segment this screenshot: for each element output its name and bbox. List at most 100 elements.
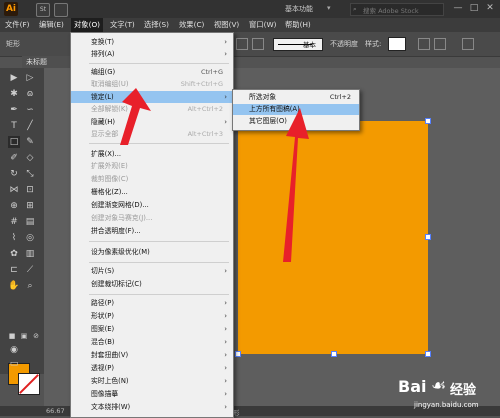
menu-select[interactable]: 选择(S) <box>141 18 172 32</box>
menu-help[interactable]: 帮助(H) <box>282 18 314 32</box>
zoom-level[interactable]: 66.67 <box>46 407 65 415</box>
symbol-sprayer-icon[interactable]: ✿ <box>8 248 20 260</box>
menu-file[interactable]: 文件(F) <box>2 18 32 32</box>
menu-separator <box>89 63 229 64</box>
paintbrush-icon[interactable]: ✎ <box>24 136 36 148</box>
color-mode-icon[interactable]: ■ <box>6 330 18 342</box>
menu-item-group[interactable]: 编组(G) Ctrl+G <box>71 66 233 78</box>
orange-rectangle[interactable] <box>235 118 431 357</box>
menu-item-transform[interactable]: 变换(T) › <box>71 36 233 48</box>
selection-tool-icon[interactable]: ▶ <box>8 72 20 84</box>
menu-item-trim-marks[interactable]: 创建裁切标记(C) <box>71 278 233 290</box>
line-tool-icon[interactable]: ╱ <box>24 120 36 132</box>
gradient-mode-icon[interactable]: ▣ <box>18 330 30 342</box>
artboard-tool-icon[interactable]: ⊏ <box>8 264 20 276</box>
pen-tool-icon[interactable]: ✒ <box>8 104 20 116</box>
menu-item-slice[interactable]: 切片(S) › <box>71 265 233 277</box>
chevron-down-icon[interactable]: ▾ <box>327 4 331 12</box>
menu-window[interactable]: 窗口(W) <box>246 18 280 32</box>
column-graph-icon[interactable]: ▥ <box>24 248 36 260</box>
workspace-switcher[interactable]: 基本功能 <box>285 4 313 14</box>
submenu-item-selection[interactable]: 所选对象 Ctrl+2 <box>233 92 359 103</box>
menu-item-shape[interactable]: 形状(P) › <box>71 310 233 322</box>
menu-item-expand[interactable]: 扩展(X)... <box>71 148 233 160</box>
selection-handle[interactable] <box>425 351 431 357</box>
grid-icon[interactable] <box>54 3 68 17</box>
type-tool-icon[interactable]: T <box>8 120 20 132</box>
stock-icon[interactable]: St <box>36 3 50 17</box>
illustrator-logo: Ai <box>4 2 18 16</box>
gradient-tool-icon[interactable]: ▤ <box>24 216 36 228</box>
screen-mode-icon[interactable]: ▭ <box>8 358 20 370</box>
maximize-button[interactable]: □ <box>468 2 480 14</box>
menu-text[interactable]: 文字(T) <box>107 18 138 32</box>
none-mode-icon[interactable]: ⊘ <box>30 330 42 342</box>
submenu-item-all-artwork-above[interactable]: 上方所有图稿(A) <box>233 104 359 115</box>
transform-icon[interactable] <box>434 38 446 50</box>
menu-item-lock[interactable]: 锁定(L) › <box>71 91 233 103</box>
chevron-right-icon: › <box>224 377 227 385</box>
menu-item-unlock-all: 全部解锁(K) Alt+Ctrl+2 <box>91 105 223 113</box>
minimize-button[interactable]: — <box>452 2 464 14</box>
free-transform-icon[interactable]: ⊡ <box>24 184 36 196</box>
shape-builder-icon[interactable]: ⊕ <box>8 200 20 212</box>
eraser-icon[interactable]: ◇ <box>24 152 36 164</box>
menu-view[interactable]: 视图(V) <box>211 18 242 32</box>
zoom-tool-icon[interactable]: ⌕ <box>24 280 36 292</box>
draw-mode-icon[interactable]: ◉ <box>8 344 20 356</box>
stroke-dropdown-icon[interactable] <box>252 38 264 50</box>
rotate-tool-icon[interactable]: ↻ <box>8 168 20 180</box>
menu-item-image-trace[interactable]: 图像描摹 › <box>71 388 233 400</box>
menu-edit[interactable]: 编辑(E) <box>36 18 67 32</box>
menu-item-gradient-mesh[interactable]: 创建渐变网格(D)... <box>71 199 233 211</box>
lasso-icon[interactable]: ɷ <box>24 88 36 100</box>
perspective-grid-icon[interactable]: ⊞ <box>24 200 36 212</box>
menu-item-text-wrap[interactable]: 文本绕排(W) › <box>71 401 233 413</box>
menu-item-hide[interactable]: 隐藏(H) › <box>71 116 233 128</box>
rectangle-tool-icon[interactable]: □ <box>8 136 20 148</box>
object-menu-dropdown: 变换(T) › 排列(A) › 编组(G) Ctrl+G 取消编组(U) Shift+C… <box>70 32 234 418</box>
watermark-url: jingyan.baidu.com <box>414 401 479 409</box>
chevron-right-icon: › <box>224 312 227 320</box>
mesh-tool-icon[interactable]: # <box>8 216 20 228</box>
slice-tool-icon[interactable]: ⟋ <box>24 264 36 276</box>
menu-item-path[interactable]: 路径(P) › <box>71 297 233 309</box>
magic-wand-icon[interactable]: ✱ <box>8 88 20 100</box>
menu-item-pattern[interactable]: 图案(E) › <box>71 323 233 335</box>
selection-handle[interactable] <box>425 234 431 240</box>
menu-item-object-mosaic: 创建对象马赛克(J)... <box>91 214 153 222</box>
stock-search-input[interactable]: ⌕ 搜索 Adobe Stock <box>350 3 444 16</box>
menu-item-live-paint[interactable]: 实时上色(N) › <box>71 375 233 387</box>
align-icon[interactable] <box>418 38 430 50</box>
panel-menu-icon[interactable] <box>462 38 474 50</box>
menu-object[interactable]: 对象(O) <box>71 18 104 32</box>
menu-item-rasterize[interactable]: 栅格化(Z)... <box>71 186 233 198</box>
menu-effect[interactable]: 效果(C) <box>176 18 207 32</box>
selection-handle[interactable] <box>425 118 431 124</box>
menu-item-arrange[interactable]: 排列(A) › <box>71 48 233 60</box>
scale-tool-icon[interactable]: ⤡ <box>24 168 36 180</box>
stroke-color-swatch[interactable] <box>18 373 40 395</box>
chevron-right-icon: › <box>224 364 227 372</box>
menu-item-blend[interactable]: 混合(B) › <box>71 336 233 348</box>
menu-item-pixel-perfect[interactable]: 设为像素级优化(M) <box>71 246 233 258</box>
direct-selection-tool-icon[interactable]: ▷ <box>24 72 36 84</box>
menu-item-flatten-transparency[interactable]: 拼合透明度(F)... <box>71 225 233 237</box>
blend-tool-icon[interactable]: ◎ <box>24 232 36 244</box>
menu-item-envelope-distort[interactable]: 封套扭曲(V) › <box>71 349 233 361</box>
menu-item-perspective[interactable]: 透视(P) › <box>71 362 233 374</box>
selection-handle[interactable] <box>235 351 241 357</box>
chevron-right-icon: › <box>224 38 227 46</box>
fill-dropdown-icon[interactable] <box>236 38 248 50</box>
opacity-label[interactable]: 不透明度 <box>330 39 358 49</box>
hand-tool-icon[interactable]: ✋ <box>8 280 20 292</box>
eyedropper-icon[interactable]: ⌇ <box>8 232 20 244</box>
close-button[interactable]: ✕ <box>484 2 496 14</box>
width-tool-icon[interactable]: ⋈ <box>8 184 20 196</box>
selection-handle[interactable] <box>331 351 337 357</box>
submenu-item-other-layers[interactable]: 其它图层(O) <box>233 116 359 127</box>
style-label: 样式: <box>365 40 382 48</box>
shaper-tool-icon[interactable]: ✐ <box>8 152 20 164</box>
curvature-tool-icon[interactable]: ∽ <box>24 104 36 116</box>
style-swatch[interactable] <box>388 37 406 51</box>
